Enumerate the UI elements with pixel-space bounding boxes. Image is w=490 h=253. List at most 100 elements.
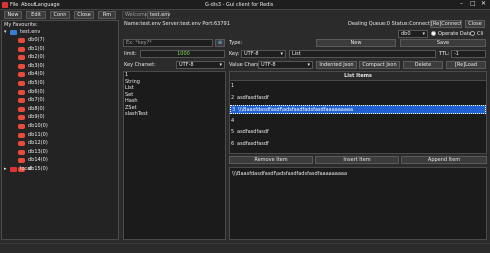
row-index: 3 (232, 107, 236, 113)
tree-connection-local[interactable]: ▸ local (4, 166, 116, 173)
minimize-icon[interactable]: – (460, 1, 463, 7)
key-charset-select-right[interactable]: UTF-8 ▾ (241, 50, 286, 58)
db-label: db9(0) (28, 114, 45, 121)
insert-item-button[interactable]: Insert Item (315, 156, 399, 164)
ttl-value: -1 (454, 51, 459, 57)
expand-arrow-icon[interactable]: ▾ (4, 29, 7, 35)
value-detail-text: \\\Baasfdasdfasdf\adsfasdfadsfasdfaaaaaa… (232, 171, 348, 177)
tab-test-env[interactable]: test.env (147, 11, 171, 19)
menu-file[interactable]: File (10, 2, 18, 8)
save-button[interactable]: Save (400, 39, 486, 47)
value-charset-select[interactable]: UTF-8 ▾ (258, 61, 313, 69)
key-list-item[interactable]: Set (125, 92, 133, 98)
table-row[interactable]: 1 (230, 82, 486, 91)
tree-db-item[interactable]: db14(0) (18, 157, 108, 164)
key-search-input[interactable]: Ex: *key?* (123, 39, 213, 47)
database-icon (18, 98, 25, 104)
cli-radio[interactable] (470, 31, 475, 36)
menu-about[interactable]: About (21, 2, 36, 8)
close-connection-button[interactable]: Close (74, 11, 94, 19)
compact-json-button[interactable]: Compact Json (359, 61, 400, 69)
key-list-item[interactable]: String (125, 79, 140, 85)
chevron-down-icon: ▾ (307, 62, 310, 68)
table-row[interactable]: 6 asdfasdfasdf (230, 140, 486, 149)
append-item-button[interactable]: Append Item (401, 156, 487, 164)
tree-db-item[interactable]: db0(7) (18, 37, 108, 44)
menu-language[interactable]: Language (35, 2, 60, 8)
key-list-item[interactable]: List (125, 85, 134, 91)
maximize-icon[interactable]: □ (470, 1, 476, 7)
limit-value: 1000 (177, 51, 190, 57)
table-row[interactable]: 3 \\\Baasfdasdfasdf\adsfasdfadsfasdfaaaaa… (230, 105, 486, 114)
row-index: 2 (231, 94, 235, 101)
tab-test-env-label: test.env (150, 12, 171, 18)
tree-db-item[interactable]: db5(0) (18, 80, 108, 87)
db-label: db8(0) (28, 105, 45, 112)
reload-button[interactable]: [Re]Load (446, 61, 486, 69)
key-list-item[interactable]: 1 (125, 72, 128, 78)
key-list-item[interactable]: slashTest (125, 111, 148, 117)
tree-db-item[interactable]: db7(0) (18, 97, 108, 104)
key-charset-label: Key Charset: (124, 62, 156, 68)
reconnect-button[interactable]: [Re]Connect (430, 20, 462, 28)
database-icon (18, 106, 25, 112)
connection-name: local (20, 166, 32, 172)
key-label: Key: (229, 51, 240, 57)
key-name-input[interactable]: List (289, 50, 436, 58)
chevron-down-icon: ▾ (280, 51, 283, 57)
cli-label: Cli (477, 31, 484, 37)
db-select-value: db0 (401, 31, 411, 37)
db-label: db14(0) (28, 157, 48, 164)
tree-db-item[interactable]: db6(0) (18, 89, 108, 96)
key-list-item[interactable]: ZSet (125, 105, 137, 111)
operate-data-label: Operate Data (438, 31, 472, 37)
new-key-button[interactable]: New (316, 39, 396, 47)
close-button[interactable]: Close (465, 20, 485, 28)
value-detail-editor[interactable]: \\\Baasfdasdfasdf\adsfasdfadsfasdfaaaaaa… (229, 167, 487, 240)
indented-json-button[interactable]: Indented Json (316, 61, 357, 69)
limit-input[interactable]: 1000 (140, 50, 225, 58)
connection-info: Name:test.env Server:test.env Port:63791 (124, 21, 230, 27)
list-items-header-label: List Items (344, 73, 372, 79)
tree-db-item[interactable]: db10(0) (18, 123, 108, 130)
server-icon (10, 167, 17, 172)
table-row[interactable]: 5 asdfasdfasdf (230, 128, 486, 137)
key-charset-select[interactable]: UTF-8 ▾ (176, 61, 225, 69)
close-window-icon[interactable]: ✕ (481, 1, 486, 7)
status-bar (0, 243, 490, 253)
table-row[interactable]: 2 asdfasdfasdf (230, 94, 486, 103)
limit-label: limit: (124, 51, 137, 57)
remove-connection-button[interactable]: Rm (98, 11, 116, 19)
tree-db-item[interactable]: db8(0) (18, 106, 108, 113)
ttl-input[interactable]: -1 (451, 50, 486, 58)
tree-db-item[interactable]: db9(0) (18, 114, 108, 121)
sidebar: My Favourite: (1, 20, 119, 240)
tree-db-item[interactable]: db11(0) (18, 132, 108, 139)
database-icon (18, 38, 25, 43)
db-label: db2(0) (28, 54, 45, 61)
conn-button[interactable]: Conn (50, 11, 70, 19)
delete-button[interactable]: Delete (403, 61, 443, 69)
collapse-arrow-icon[interactable]: ▸ (4, 166, 7, 172)
tree-db-item[interactable]: db13(0) (18, 149, 108, 156)
key-charset-right-value: UTF-8 (244, 51, 259, 57)
server-icon (10, 30, 17, 35)
tree-db-item[interactable]: db1(0) (18, 46, 108, 53)
tab-welcome[interactable]: Welcome (122, 11, 148, 19)
remove-item-button[interactable]: Remove Item (229, 156, 313, 164)
value-charset-value: UTF-8 (261, 62, 276, 68)
row-value: asdfasdfasdf (237, 140, 269, 147)
key-list-item[interactable]: Hash (125, 98, 138, 104)
table-row[interactable]: 4 (230, 117, 486, 126)
edit-connection-button[interactable]: Edit (26, 11, 46, 19)
tree-db-item[interactable]: db4(0) (18, 71, 108, 78)
tree-db-item[interactable]: db2(0) (18, 54, 108, 61)
search-button[interactable]: ⊕ (215, 39, 225, 47)
new-connection-button[interactable]: New (4, 11, 22, 19)
tree-db-item[interactable]: db3(0) (18, 63, 108, 70)
operate-data-radio[interactable] (431, 31, 436, 36)
tree-db-item[interactable]: db12(0) (18, 140, 108, 147)
db-select[interactable]: db0 ▾ (398, 30, 428, 38)
database-icon (18, 124, 25, 129)
tree-connection-test-env[interactable]: ▾ test.env (4, 29, 116, 36)
